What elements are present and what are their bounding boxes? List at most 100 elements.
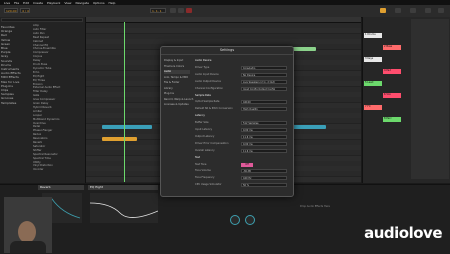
- browser-list-item[interactable]: Phaser-Flanger: [33, 129, 83, 132]
- menu-playback[interactable]: Playback: [47, 1, 60, 5]
- device-title-eq[interactable]: EQ Eight: [88, 185, 158, 190]
- browser-list-item[interactable]: Compressor: [33, 51, 83, 54]
- track-header[interactable]: 8 Perc: [383, 117, 401, 122]
- browser-list-item[interactable]: Vocoder: [33, 168, 83, 171]
- settings-field[interactable]: No Device: [241, 72, 287, 77]
- settings-tab[interactable]: File & Folder: [164, 81, 190, 85]
- browser-list-item[interactable]: Limiter: [33, 110, 83, 113]
- settings-tab[interactable]: Display & Input: [164, 59, 190, 63]
- browser-list-item[interactable]: Echo: [33, 71, 83, 74]
- menu-create[interactable]: Create: [33, 1, 43, 5]
- browser-collection-item[interactable]: Templates: [1, 101, 31, 105]
- dry-wet-knob[interactable]: [230, 215, 240, 225]
- browser-list-item[interactable]: Drum Buss: [33, 63, 83, 66]
- settings-row-label: Output Latency: [195, 134, 215, 138]
- settings-field[interactable]: 50 %: [241, 183, 287, 188]
- track-header[interactable]: 7 FX: [364, 105, 382, 110]
- settings-toggle[interactable]: Off: [241, 162, 253, 167]
- settings-field[interactable]: 11.6 ms: [241, 148, 287, 153]
- menu-view[interactable]: View: [64, 1, 71, 5]
- track-header[interactable]: 6 Vox: [383, 93, 401, 98]
- browser-list-item[interactable]: EQ Eight: [33, 75, 83, 78]
- browser-list-item[interactable]: Vinyl Distortion: [33, 164, 83, 167]
- settings-field[interactable]: 0.00 ms: [241, 141, 287, 146]
- browser-list-item[interactable]: Multiband Dynamics: [33, 118, 83, 121]
- browser-list-item[interactable]: Glue Compressor: [33, 98, 83, 101]
- settings-field[interactable]: High Quality: [241, 107, 287, 112]
- menu-navigate[interactable]: Navigate: [75, 1, 88, 5]
- settings-tab[interactable]: Theme & Colors: [164, 65, 190, 69]
- settings-tab[interactable]: Link, Tempo & MIDI: [164, 76, 190, 80]
- mixer-controls[interactable]: [411, 19, 449, 179]
- browser-list-item[interactable]: Pedal: [33, 125, 83, 128]
- settings-tab[interactable]: Audio: [164, 70, 190, 74]
- browser-list-item[interactable]: Beat Repeat: [33, 36, 83, 39]
- audio-clip[interactable]: [102, 125, 152, 129]
- browser-list-item[interactable]: Resonators: [33, 137, 83, 140]
- browser-list-item[interactable]: Gate: [33, 94, 83, 97]
- settings-field[interactable]: -36 dB: [241, 169, 287, 174]
- browser-list-item[interactable]: Auto Filter: [33, 28, 83, 31]
- play-button[interactable]: [170, 8, 176, 13]
- settings-field[interactable]: 512 Samples: [241, 121, 287, 126]
- browser-list-item[interactable]: Amp: [33, 24, 83, 27]
- gain-knob[interactable]: [245, 215, 255, 225]
- overview-button[interactable]: [438, 8, 444, 13]
- browser-list-item[interactable]: Redux: [33, 133, 83, 136]
- menu-edit[interactable]: Edit: [23, 1, 29, 5]
- record-button[interactable]: [186, 8, 192, 13]
- tempo-field[interactable]: 120.00: [4, 8, 18, 13]
- browser-list-item[interactable]: Saturator: [33, 145, 83, 148]
- track-header[interactable]: 4 Pad: [383, 69, 401, 74]
- settings-tab[interactable]: Licenses & Updates: [164, 103, 190, 107]
- browser-search-input[interactable]: [1, 18, 83, 22]
- browser-list-item[interactable]: Corpus: [33, 55, 83, 58]
- settings-row-label: Buffer Size: [195, 121, 209, 125]
- track-header[interactable]: 1 Drums: [364, 33, 382, 38]
- settings-tab[interactable]: Record, Warp & Launch: [164, 98, 193, 102]
- settings-tab[interactable]: Library: [164, 87, 190, 91]
- position-field[interactable]: 1. 1. 1: [150, 8, 166, 13]
- browser-list-item[interactable]: Reverb: [33, 141, 83, 144]
- track-header[interactable]: 2 Bass: [383, 45, 401, 50]
- browser-list-item[interactable]: Cabinet: [33, 40, 83, 43]
- browser-list-item[interactable]: External Audio Effect: [33, 86, 83, 89]
- key-map-button[interactable]: [410, 8, 416, 13]
- browser-list-item[interactable]: Overdrive: [33, 122, 83, 125]
- browser-list-item[interactable]: Utility: [33, 161, 83, 164]
- eq-curve-display[interactable]: [90, 193, 158, 223]
- browser-list-item[interactable]: Auto Pan: [33, 32, 83, 35]
- settings-tab[interactable]: Plug-Ins: [164, 92, 190, 96]
- browser-list-item[interactable]: Looper: [33, 114, 83, 117]
- settings-field[interactable]: 0.00 ms: [241, 128, 287, 132]
- menu-file[interactable]: File: [14, 1, 19, 5]
- settings-field[interactable]: 44100: [241, 100, 287, 105]
- browser-list-item[interactable]: Filter Delay: [33, 90, 83, 93]
- settings-field[interactable]: Live Speakers (2 In, 2 Out): [241, 79, 287, 84]
- settings-field[interactable]: 440 Hz: [241, 176, 287, 181]
- midi-map-button[interactable]: [425, 8, 431, 13]
- browser-list-item[interactable]: Shifter: [33, 149, 83, 152]
- browser-list-item[interactable]: Spectral Resonator: [33, 153, 83, 156]
- stop-button[interactable]: [178, 8, 184, 13]
- signature-field[interactable]: 4 / 4: [20, 8, 30, 13]
- browser-list-item[interactable]: Delay: [33, 59, 83, 62]
- settings-field[interactable]: 11.6 ms: [241, 134, 287, 139]
- settings-field[interactable]: CoreAudio: [241, 65, 287, 70]
- settings-field[interactable]: Input Config Output Config: [241, 86, 287, 91]
- midi-clip[interactable]: [102, 137, 137, 141]
- menu-help[interactable]: Help: [109, 1, 116, 5]
- browser-list-item[interactable]: EQ Three: [33, 79, 83, 82]
- browser-list-item[interactable]: Chorus-Ensemble: [33, 47, 83, 50]
- device-title-reverb[interactable]: Reverb: [38, 185, 84, 190]
- browser-list-item[interactable]: Grain Delay: [33, 102, 83, 105]
- browser-list-item[interactable]: Dynamic Tube: [33, 67, 83, 70]
- browser-list-item[interactable]: Channel EQ: [33, 44, 83, 47]
- menu-options[interactable]: Options: [93, 1, 105, 5]
- track-header[interactable]: 5 Lead: [364, 81, 382, 86]
- browser-list-item[interactable]: Erosion: [33, 83, 83, 86]
- track-header[interactable]: 3 Keys: [364, 57, 382, 62]
- browser-list-item[interactable]: Hybrid Reverb: [33, 106, 83, 109]
- browser-list-item[interactable]: Spectral Time: [33, 157, 83, 160]
- menu-live[interactable]: Live: [4, 1, 10, 5]
